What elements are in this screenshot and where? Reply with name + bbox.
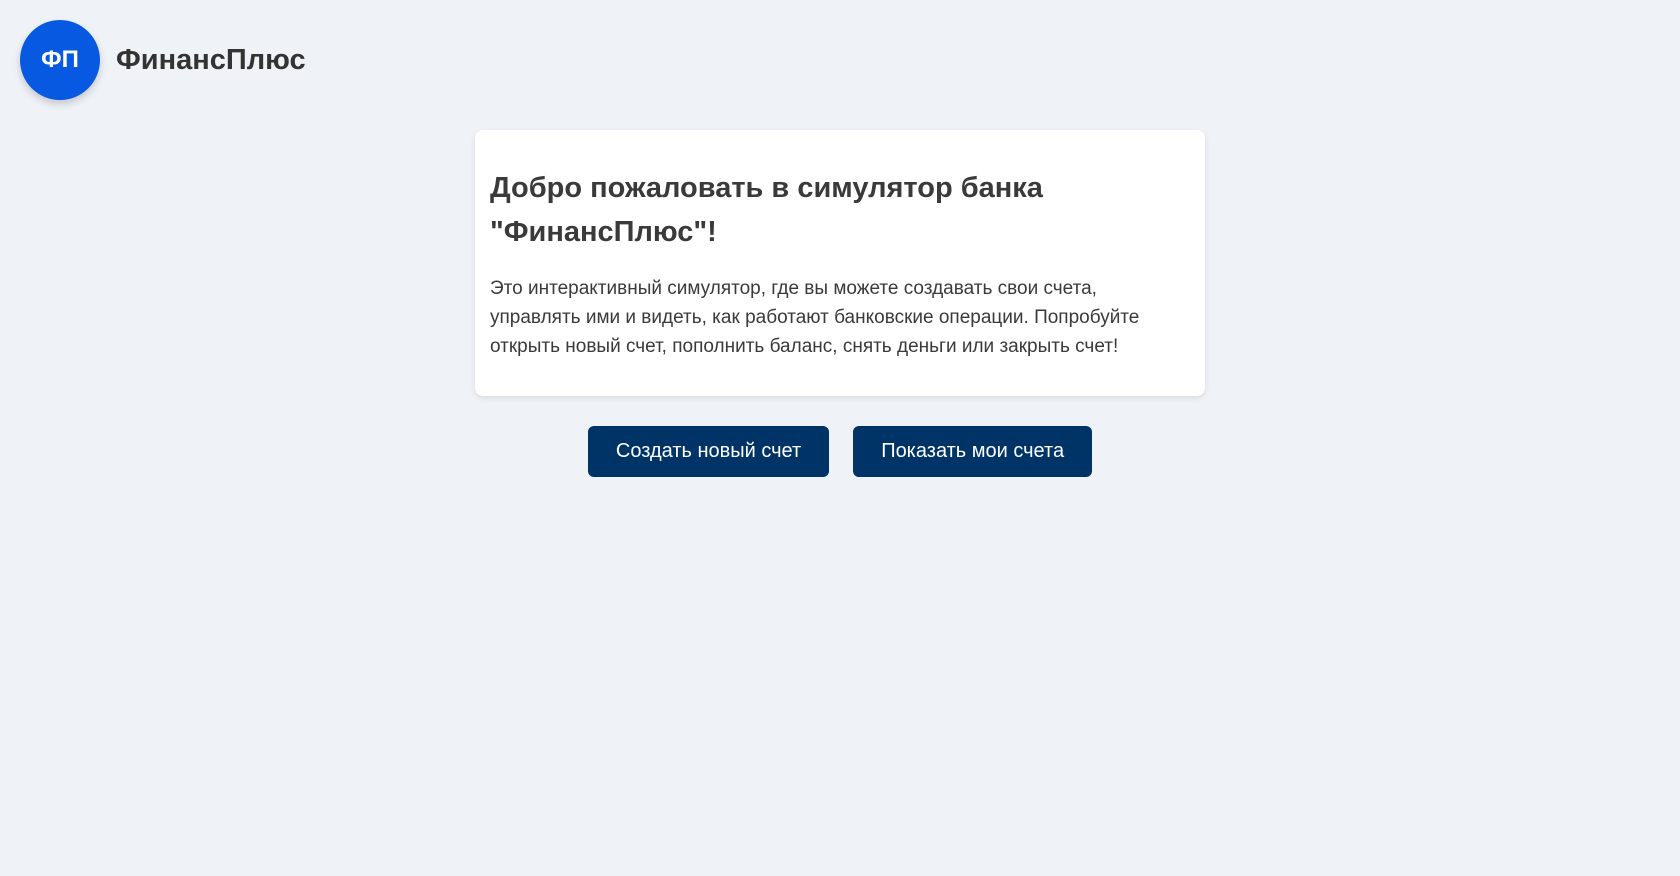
- logo-text: ФП: [41, 46, 79, 73]
- action-buttons: Создать новый счет Показать мои счета: [0, 426, 1680, 477]
- welcome-title: Добро пожаловать в симулятор банка "Фина…: [490, 172, 1043, 248]
- brand-name: ФинансПлюс: [116, 43, 306, 76]
- app-header: ФП ФинансПлюс: [20, 20, 306, 100]
- welcome-card: Добро пожаловать в симулятор банка "Фина…: [475, 130, 1205, 396]
- create-account-button[interactable]: Создать новый счет: [587, 426, 830, 477]
- logo: ФП: [20, 20, 100, 100]
- welcome-text: Это интерактивный симулятор, где вы може…: [490, 278, 1140, 357]
- show-accounts-button[interactable]: Показать мои счета: [853, 426, 1093, 477]
